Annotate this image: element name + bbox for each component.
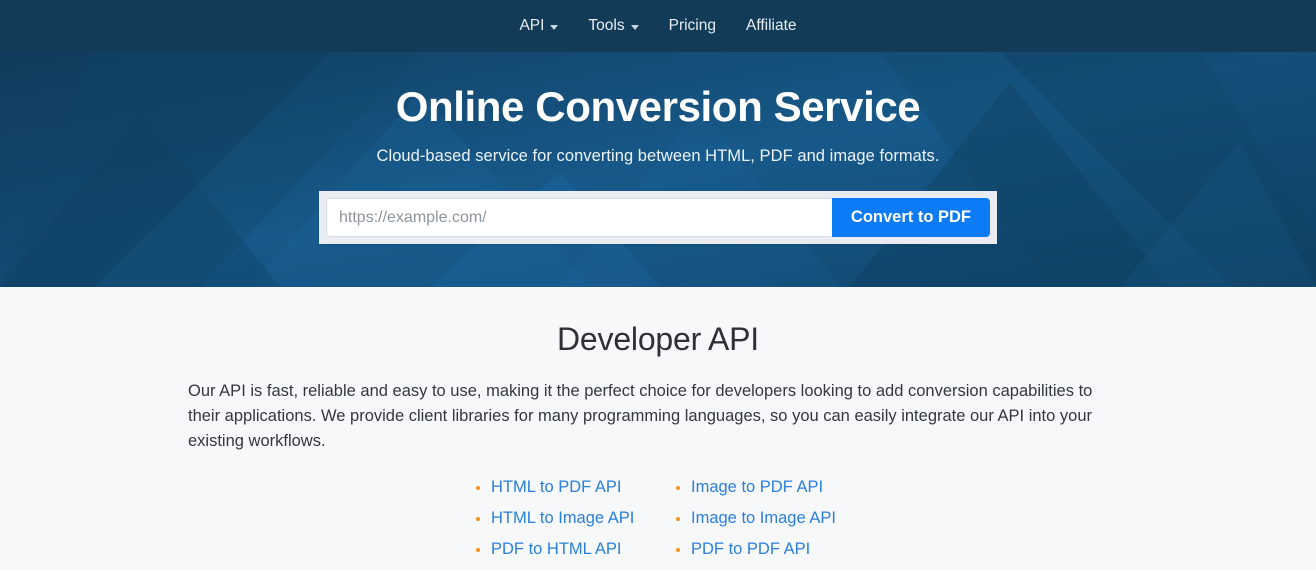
nav-menu: API Tools Pricing Affiliate bbox=[504, 10, 811, 42]
api-link-html-to-image[interactable]: HTML to Image API bbox=[491, 509, 634, 527]
list-item: Image to PDF API bbox=[676, 476, 876, 500]
list-item: PDF to PDF API bbox=[676, 538, 876, 562]
api-links-column-2: Image to PDF API Image to Image API PDF … bbox=[676, 476, 876, 570]
list-item: HTML to Image API bbox=[476, 507, 676, 531]
section-description: Our API is fast, reliable and easy to us… bbox=[188, 382, 1093, 451]
list-item: HTML to PDF API bbox=[476, 476, 676, 500]
nav-item-pricing[interactable]: Pricing bbox=[654, 10, 731, 42]
section-title: Developer API bbox=[557, 321, 759, 357]
list-item: Image to Image API bbox=[676, 507, 876, 531]
nav-item-tools[interactable]: Tools bbox=[573, 10, 653, 42]
nav-item-label: API bbox=[519, 17, 545, 35]
hero-subtitle: Cloud-based service for converting betwe… bbox=[376, 147, 940, 166]
api-link-image-to-image[interactable]: Image to Image API bbox=[691, 509, 836, 527]
nav-item-affiliate[interactable]: Affiliate bbox=[731, 10, 812, 42]
nav-item-label: Affiliate bbox=[746, 17, 797, 35]
chevron-down-icon bbox=[550, 24, 559, 30]
api-link-html-to-pdf[interactable]: HTML to PDF API bbox=[491, 478, 622, 496]
api-links-column-1: HTML to PDF API HTML to Image API PDF to… bbox=[476, 476, 676, 570]
url-conversion-form: Convert to PDF bbox=[319, 191, 997, 245]
convert-to-pdf-button[interactable]: Convert to PDF bbox=[831, 198, 990, 238]
list-item: PDF to HTML API bbox=[476, 538, 676, 562]
url-input[interactable] bbox=[326, 198, 832, 238]
nav-item-label: Tools bbox=[588, 17, 625, 35]
hero-banner: Online Conversion Service Cloud-based se… bbox=[0, 52, 1316, 287]
api-link-image-to-pdf[interactable]: Image to PDF API bbox=[691, 478, 823, 496]
hero-content: Online Conversion Service Cloud-based se… bbox=[0, 52, 1316, 287]
developer-api-section: Developer API Our API is fast, reliable … bbox=[0, 287, 1316, 570]
api-link-pdf-to-pdf[interactable]: PDF to PDF API bbox=[691, 540, 810, 558]
top-navigation-bar: API Tools Pricing Affiliate bbox=[0, 0, 1316, 52]
page-title: Online Conversion Service bbox=[395, 83, 921, 130]
nav-item-api[interactable]: API bbox=[504, 10, 573, 42]
nav-item-label: Pricing bbox=[668, 17, 716, 35]
chevron-down-icon bbox=[630, 24, 639, 30]
content-container: Developer API Our API is fast, reliable … bbox=[188, 321, 1128, 570]
api-links-group: HTML to PDF API HTML to Image API PDF to… bbox=[188, 476, 1128, 570]
api-link-pdf-to-html[interactable]: PDF to HTML API bbox=[491, 540, 622, 558]
